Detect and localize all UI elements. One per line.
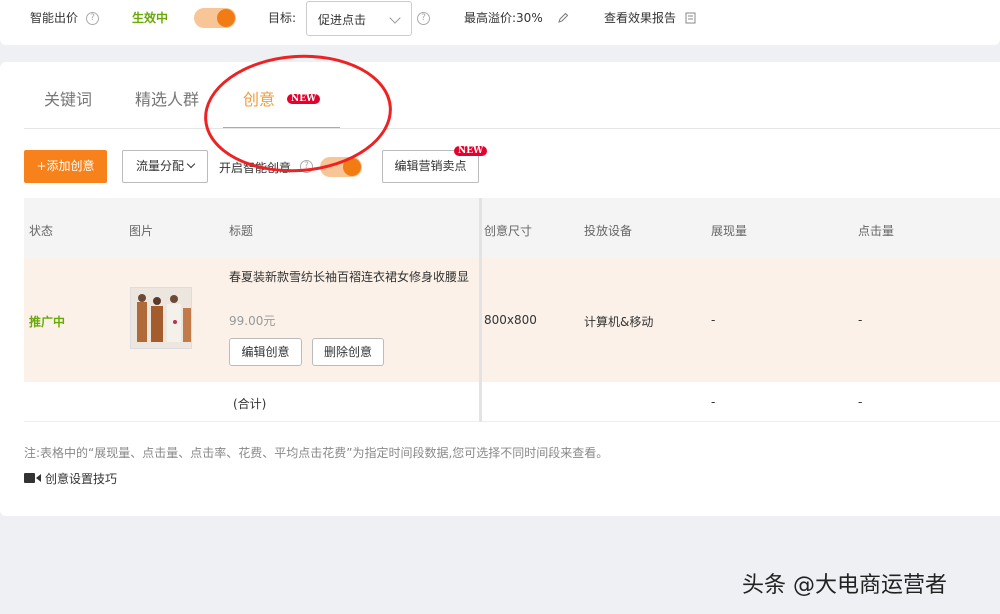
edit-pencil-icon[interactable]	[557, 12, 569, 24]
impressions-value: -	[711, 313, 716, 327]
edit-creative-button[interactable]: 编辑创意	[229, 338, 302, 366]
column-divider	[479, 198, 482, 422]
target-select[interactable]: 促进点击	[306, 1, 412, 36]
watermark: 头条 @大电商运营者	[742, 573, 947, 598]
max-premium-label: 最高溢价:30%	[464, 11, 543, 25]
clicks-value: -	[858, 313, 863, 327]
chevron-down-icon	[389, 12, 401, 24]
chevron-down-icon	[186, 159, 196, 169]
smart-bid-label: 智能出价	[30, 11, 79, 25]
column-header-impressions: 展现量	[711, 224, 748, 238]
smart-bid-bar: 智能出价 ? 生效中 目标: 促进点击 ? 最高溢价:30% 查看效果报告	[0, 0, 1000, 45]
tab-audience[interactable]: 精选人群	[135, 86, 199, 110]
table-bottom-border	[24, 421, 1000, 422]
smart-bid-toggle[interactable]	[194, 8, 236, 28]
report-icon	[685, 12, 696, 24]
creative-size: 800x800	[484, 313, 537, 327]
traffic-distribution-label: 流量分配	[135, 159, 184, 173]
video-icon	[24, 473, 41, 483]
target-value: 促进点击	[318, 13, 367, 27]
help-icon[interactable]: ?	[86, 12, 99, 25]
new-badge: NEW	[287, 94, 321, 104]
tab-creative[interactable]: 创意	[243, 86, 275, 110]
tab-divider	[24, 128, 1000, 129]
traffic-distribution-dropdown[interactable]: 流量分配	[122, 150, 208, 183]
table-note: 注:表格中的“展现量、点击量、点击率、花费、平均点击花费”为指定时间段数据,您可…	[24, 446, 609, 460]
delivery-device: 计算机&移动	[584, 315, 654, 329]
column-header-status: 状态	[29, 224, 54, 238]
status-badge: 推广中	[29, 315, 66, 329]
creative-tips-link[interactable]: 创意设置技巧	[45, 470, 117, 487]
target-label: 目标:	[268, 11, 297, 25]
smart-creative-label: 开启智能创意	[219, 161, 292, 175]
total-impressions: -	[711, 395, 716, 409]
delete-creative-button[interactable]: 删除创意	[312, 338, 384, 366]
creative-title: 春夏装新款雪纺长袖百褶连衣裙女修身收腰显	[229, 270, 470, 284]
new-badge: NEW	[454, 146, 488, 156]
help-icon[interactable]: ?	[300, 160, 313, 173]
creative-price: 99.00元	[229, 314, 276, 328]
column-header-image: 图片	[129, 224, 154, 238]
status-label: 生效中	[132, 11, 169, 25]
column-header-device: 投放设备	[584, 224, 633, 238]
tab-keywords[interactable]: 关键词	[44, 86, 92, 110]
total-clicks: -	[858, 395, 863, 409]
column-header-clicks: 点击量	[858, 224, 895, 238]
total-label: (合计)	[233, 397, 267, 411]
view-report-link[interactable]: 查看效果报告	[604, 10, 676, 26]
column-header-title: 标题	[229, 224, 254, 238]
add-creative-button[interactable]: +添加创意	[24, 150, 107, 183]
smart-creative-toggle[interactable]	[320, 157, 362, 177]
help-icon[interactable]: ?	[417, 12, 430, 25]
product-thumbnail	[130, 287, 192, 349]
column-header-size: 创意尺寸	[484, 224, 533, 238]
